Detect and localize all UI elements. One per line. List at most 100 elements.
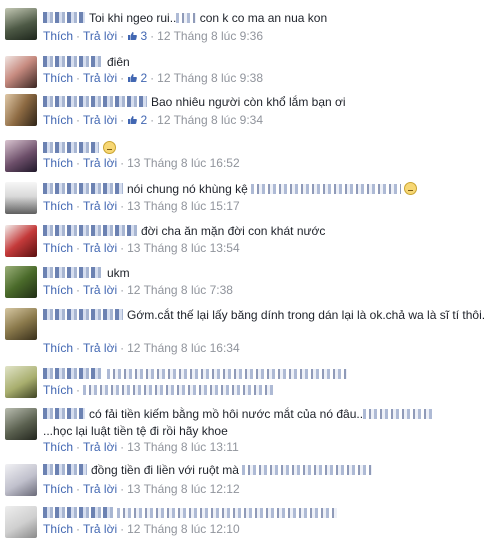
blurred-text (242, 465, 373, 475)
reply-link[interactable]: Trả lời (83, 440, 117, 454)
separator: · (120, 283, 125, 297)
separator: · (120, 482, 125, 496)
author-name[interactable] (43, 408, 85, 419)
like-link[interactable]: Thích (43, 71, 73, 85)
timestamp[interactable]: 13 Tháng 8 lúc 15:17 (127, 199, 240, 213)
thumbs-up-icon (128, 116, 138, 124)
reply-link[interactable]: Trả lời (83, 283, 117, 297)
timestamp[interactable]: 12 Tháng 8 lúc 16:34 (127, 341, 240, 355)
avatar[interactable] (5, 308, 37, 340)
timestamp[interactable]: 12 Tháng 8 lúc 9:36 (157, 29, 263, 43)
reply-link[interactable]: Trả lời (83, 71, 117, 85)
like-count[interactable]: 2 (127, 71, 147, 85)
separator: · (76, 241, 81, 255)
comment-meta: Thích · Trả lời · 2 · 12 Tháng 8 lúc 9:38 (43, 70, 263, 87)
separator: · (76, 199, 81, 213)
comment-text: Bao nhiêu người còn khổ lắm bạn ơi (151, 95, 346, 109)
like-link[interactable]: Thích (43, 241, 73, 255)
separator: · (76, 113, 81, 127)
timestamp[interactable]: 12 Tháng 8 lúc 7:38 (127, 283, 233, 297)
reply-link[interactable]: Trả lời (83, 113, 117, 127)
separator: · (120, 113, 125, 127)
comment-body: điên (43, 54, 493, 71)
author-name[interactable] (43, 56, 103, 67)
like-link[interactable]: Thích (43, 522, 73, 536)
author-name[interactable] (43, 12, 85, 23)
comment-meta: Thích · (43, 382, 274, 399)
avatar[interactable] (5, 408, 37, 440)
blurred-text (117, 508, 337, 518)
reply-link[interactable]: Trả lời (83, 522, 117, 536)
author-name[interactable] (43, 368, 103, 379)
timestamp[interactable]: 13 Tháng 8 lúc 12:12 (127, 482, 240, 496)
comment-text: nói chung nó khùng kệ (127, 182, 248, 196)
separator: · (76, 440, 81, 454)
comment-text: điên (107, 55, 130, 69)
avatar[interactable] (5, 8, 37, 40)
like-link[interactable]: Thích (43, 341, 73, 355)
avatar[interactable] (5, 140, 37, 172)
comment-body: nói chung nó khùng kệ (43, 181, 493, 198)
separator: · (120, 241, 125, 255)
avatar[interactable] (5, 464, 37, 496)
blurred-text (107, 369, 347, 379)
author-name[interactable] (43, 96, 147, 107)
reply-link[interactable]: Trả lời (83, 482, 117, 496)
timestamp[interactable]: 13 Tháng 8 lúc 13:11 (127, 440, 239, 454)
like-link[interactable]: Thích (43, 113, 73, 127)
comment-text: Toi khi ngeo rui.. (89, 11, 177, 25)
author-name[interactable] (43, 267, 103, 278)
author-name[interactable] (43, 225, 137, 236)
reply-link[interactable]: Trả lời (83, 241, 117, 255)
like-link[interactable]: Thích (43, 156, 73, 170)
comment-body (43, 366, 493, 383)
unamused-face-icon (103, 141, 116, 154)
blurred-text (363, 409, 434, 419)
thumbs-up-icon (128, 32, 138, 40)
separator: · (76, 482, 81, 496)
like-link[interactable]: Thích (43, 383, 73, 397)
comment-meta: Thích · Trả lời · 2 · 12 Tháng 8 lúc 9:34 (43, 112, 263, 129)
reply-link[interactable]: Trả lời (83, 341, 117, 355)
reply-link[interactable]: Trả lời (83, 199, 117, 213)
like-count[interactable]: 2 (127, 113, 147, 127)
timestamp[interactable]: 13 Tháng 8 lúc 16:52 (127, 156, 240, 170)
separator: · (120, 440, 125, 454)
author-name[interactable] (43, 464, 87, 475)
author-name[interactable] (43, 309, 123, 320)
avatar[interactable] (5, 56, 37, 88)
avatar[interactable] (5, 182, 37, 214)
timestamp[interactable]: 12 Tháng 8 lúc 9:34 (157, 113, 263, 127)
like-link[interactable]: Thích (43, 482, 73, 496)
author-name[interactable] (43, 142, 99, 153)
like-link[interactable]: Thích (43, 283, 73, 297)
avatar[interactable] (5, 94, 37, 126)
like-link[interactable]: Thích (43, 29, 73, 43)
comment-meta: Thích · Trả lời · 12 Tháng 8 lúc 7:38 (43, 282, 233, 299)
author-name[interactable] (43, 507, 113, 518)
like-link[interactable]: Thích (43, 199, 73, 213)
separator: · (76, 383, 81, 397)
comment-meta: Thích · Trả lời · 12 Tháng 8 lúc 12:10 (43, 521, 240, 538)
reply-link[interactable]: Trả lời (83, 29, 117, 43)
avatar[interactable] (5, 266, 37, 298)
avatar[interactable] (5, 506, 37, 538)
comment-body: có fải tiền kiếm bằng mồ hôi nước mắt củ… (43, 406, 493, 440)
comment-text-cont: ...học lại luật tiền tệ đi rồi hãy khoe (43, 424, 228, 438)
separator: · (120, 71, 125, 85)
separator: · (120, 156, 125, 170)
comment-meta: Thích · Trả lời · 13 Tháng 8 lúc 15:17 (43, 198, 240, 215)
comment-body: Gớm.cắt thế lại lấy băng dính trong dán … (43, 307, 493, 324)
avatar[interactable] (5, 366, 37, 398)
comment-meta: Thích · Trả lời · 12 Tháng 8 lúc 16:34 (43, 340, 240, 357)
reply-link[interactable]: Trả lời (83, 156, 117, 170)
comment-text: có fải tiền kiếm bằng mồ hôi nước mắt củ… (89, 407, 364, 421)
timestamp[interactable]: 12 Tháng 8 lúc 12:10 (127, 522, 240, 536)
separator: · (76, 71, 81, 85)
timestamp[interactable]: 13 Tháng 8 lúc 13:54 (127, 241, 240, 255)
like-count[interactable]: 3 (127, 29, 147, 43)
like-link[interactable]: Thích (43, 440, 73, 454)
avatar[interactable] (5, 225, 37, 257)
author-name[interactable] (43, 183, 123, 194)
timestamp[interactable]: 12 Tháng 8 lúc 9:38 (157, 71, 263, 85)
